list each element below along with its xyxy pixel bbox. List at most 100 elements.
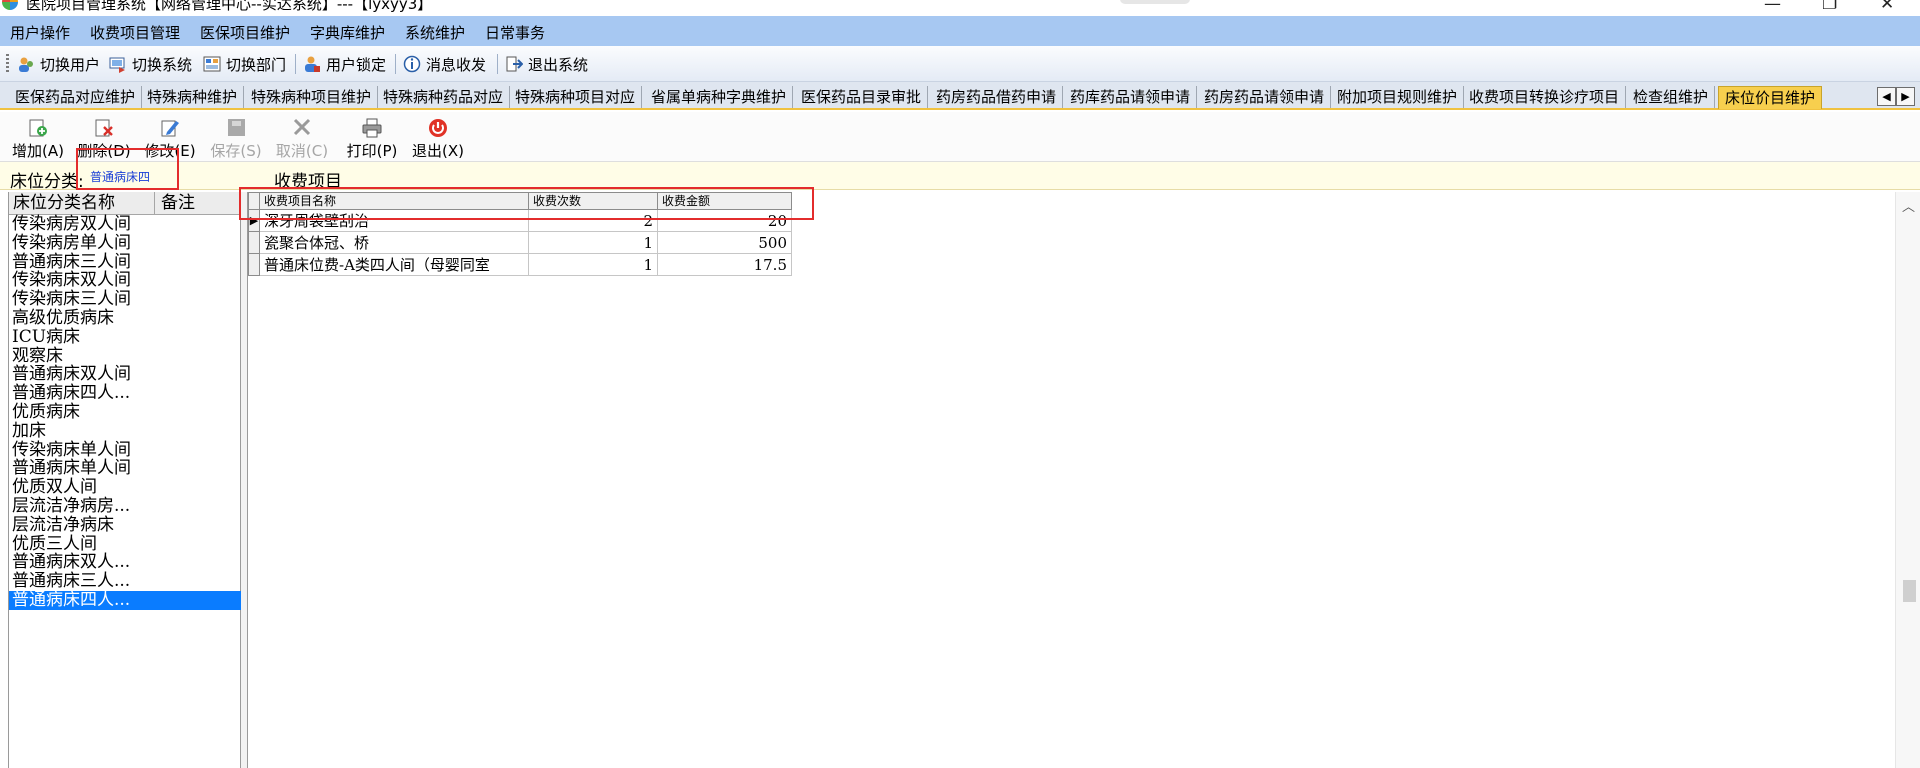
column-header-item-name[interactable]: 收费项目名称 <box>259 192 529 210</box>
tab-insurance-drug-approval[interactable]: 医保药品目录审批 <box>795 86 929 108</box>
list-item[interactable]: 优质三人间 <box>9 535 241 554</box>
cancel-button[interactable]: 取消(C) <box>272 118 332 161</box>
cell-amount[interactable]: 17.5 <box>657 253 792 276</box>
list-item[interactable]: 普通病床单人间 <box>9 459 241 478</box>
table-row[interactable]: ▶ 深牙周袋壁刮治 2 20 <box>248 209 792 232</box>
toolbar-grip[interactable] <box>6 54 9 74</box>
list-item[interactable]: 层流洁净病床 <box>9 516 241 535</box>
info-bar: 床位分类: 普通病床四 收费项目 <box>0 162 1920 192</box>
list-item[interactable]: 传染病房双人间 <box>9 215 241 234</box>
cell-count[interactable]: 1 <box>528 231 658 254</box>
row-indicator[interactable] <box>248 253 260 276</box>
scrollbar-thumb[interactable] <box>1903 580 1916 602</box>
list-item[interactable]: 普通病床双人间 <box>9 365 241 384</box>
table-row[interactable]: 瓷聚合体冠、桥 1 500 <box>248 231 792 254</box>
cell-count[interactable]: 1 <box>528 253 658 276</box>
tab-provincial-disease-dict[interactable]: 省属单病种字典维护 <box>645 86 794 108</box>
cell-name[interactable]: 深牙周袋壁刮治 <box>259 209 529 232</box>
menu-daily-tasks[interactable]: 日常事务 <box>485 22 545 43</box>
list-item[interactable]: 普通病床四人... <box>9 384 241 403</box>
tab-scroll-right-icon[interactable]: ▶ <box>1896 87 1915 106</box>
menu-user-ops[interactable]: 用户操作 <box>10 22 70 43</box>
list-item[interactable]: ICU病床 <box>9 328 241 347</box>
tab-insurance-drug-mapping[interactable]: 医保药品对应维护 <box>9 86 143 108</box>
tab-bed-price-maintenance[interactable]: 床位价目维护 <box>1718 86 1823 109</box>
tab-pharmacy-borrow-request[interactable]: 药房药品借药申请 <box>930 86 1064 108</box>
list-item[interactable]: 层流洁净病房... <box>9 497 241 516</box>
menu-dictionary[interactable]: 字典库维护 <box>310 22 385 43</box>
menu-charge-items[interactable]: 收费项目管理 <box>90 22 180 43</box>
row-indicator[interactable]: ▶ <box>248 209 260 232</box>
tab-scroll-left-icon[interactable]: ◀ <box>1877 87 1896 106</box>
tab-special-disease[interactable]: 特殊病种维护 <box>141 86 245 108</box>
list-item[interactable]: 高级优质病床 <box>9 309 241 328</box>
column-header-amount[interactable]: 收费金额 <box>657 192 792 210</box>
list-item[interactable]: 普通病床四人... <box>9 590 241 610</box>
list-item[interactable]: 观察床 <box>9 347 241 366</box>
cancel-label: 取消(C) <box>275 142 329 160</box>
row-indicator[interactable] <box>248 231 260 254</box>
minimize-icon[interactable]: — <box>1764 0 1781 14</box>
list-item[interactable]: 传染病床双人间 <box>9 271 241 290</box>
switch-system-button[interactable]: 切换系统 <box>109 52 192 76</box>
exit-button[interactable]: 退出(X) <box>408 118 468 161</box>
switch-user-button[interactable]: 切换用户 <box>17 52 100 76</box>
exit-icon <box>427 118 449 138</box>
tab-special-disease-items[interactable]: 特殊病种项目维护 <box>245 86 379 108</box>
list-item[interactable]: 优质双人间 <box>9 478 241 497</box>
menu-system-maintenance[interactable]: 系统维护 <box>405 22 465 43</box>
exit-system-button[interactable]: 退出系统 <box>505 52 588 76</box>
tab-special-disease-item-map[interactable]: 特殊病种项目对应 <box>509 86 643 108</box>
print-button[interactable]: 打印(P) <box>342 118 402 161</box>
list-item[interactable]: 普通病床三人... <box>9 572 241 591</box>
list-item[interactable]: 普通病床双人... <box>9 553 241 572</box>
edit-button[interactable]: 修改(E) <box>140 118 200 161</box>
switch-department-icon <box>203 55 221 73</box>
list-item[interactable]: 传染病房单人间 <box>9 234 241 253</box>
cell-name[interactable]: 瓷聚合体冠、桥 <box>259 231 529 254</box>
scroll-up-icon[interactable]: ︿ <box>1902 196 1915 215</box>
bed-category-value: 普通病床四 <box>90 170 151 184</box>
list-item[interactable]: 传染病床单人间 <box>9 441 241 460</box>
cell-count[interactable]: 2 <box>528 209 658 232</box>
print-icon <box>361 118 383 138</box>
menu-insurance-items[interactable]: 医保项目维护 <box>200 22 290 43</box>
restore-icon[interactable]: ❐ <box>1822 0 1837 14</box>
tab-exam-groups[interactable]: 检查组维护 <box>1627 86 1716 108</box>
close-icon[interactable]: ✕ <box>1880 0 1894 14</box>
tab-extra-item-rules[interactable]: 附加项目规则维护 <box>1331 86 1465 108</box>
add-button[interactable]: 增加(A) <box>8 118 68 161</box>
message-button[interactable]: 消息收发 <box>403 52 486 76</box>
message-icon <box>403 55 421 73</box>
menu-bar: 用户操作 收费项目管理 医保项目维护 字典库维护 系统维护 日常事务 <box>0 16 1920 46</box>
list-item[interactable]: 传染病床三人间 <box>9 290 241 309</box>
save-label: 保存(S) <box>210 142 262 160</box>
delete-button[interactable]: 删除(D) <box>74 118 134 161</box>
vertical-scrollbar[interactable]: ︿ <box>1895 192 1920 768</box>
switch-department-label: 切换部门 <box>226 55 287 74</box>
cell-name[interactable]: 普通床位费-A类四人间（母婴同室 <box>259 253 529 276</box>
tab-charge-to-treatment[interactable]: 收费项目转换诊疗项目 <box>1463 86 1627 108</box>
user-lock-button[interactable]: 用户锁定 <box>303 52 386 76</box>
column-header-count[interactable]: 收费次数 <box>528 192 658 210</box>
list-item[interactable]: 优质病床 <box>9 403 241 422</box>
tab-warehouse-request[interactable]: 药库药品请领申请 <box>1064 86 1198 108</box>
switch-system-icon <box>109 55 127 73</box>
switch-system-label: 切换系统 <box>132 55 193 74</box>
save-button[interactable]: 保存(S) <box>206 118 266 161</box>
list-header: 床位分类名称 备注 <box>9 192 241 215</box>
list-item[interactable]: 普通病床三人间 <box>9 253 241 272</box>
column-header-remark[interactable]: 备注 <box>154 192 195 214</box>
list-item[interactable]: 加床 <box>9 422 241 441</box>
charge-items-rows: ▶ 深牙周袋壁刮治 2 20 瓷聚合体冠、桥 1 500 普通床位费-A类四人间（母婴同室 1 1… <box>248 209 792 276</box>
column-header-name[interactable]: 床位分类名称 <box>13 192 115 214</box>
cell-amount[interactable]: 500 <box>657 231 792 254</box>
tab-special-disease-drugs[interactable]: 特殊病种药品对应 <box>377 86 511 108</box>
charge-items-label: 收费项目 <box>274 172 342 192</box>
tab-pharmacy-request[interactable]: 药房药品请领申请 <box>1198 86 1332 108</box>
edit-label: 修改(E) <box>144 142 196 160</box>
cell-amount[interactable]: 20 <box>657 209 792 232</box>
message-label: 消息收发 <box>426 55 487 74</box>
switch-department-button[interactable]: 切换部门 <box>203 52 286 76</box>
table-row[interactable]: 普通床位费-A类四人间（母婴同室 1 17.5 <box>248 253 792 276</box>
